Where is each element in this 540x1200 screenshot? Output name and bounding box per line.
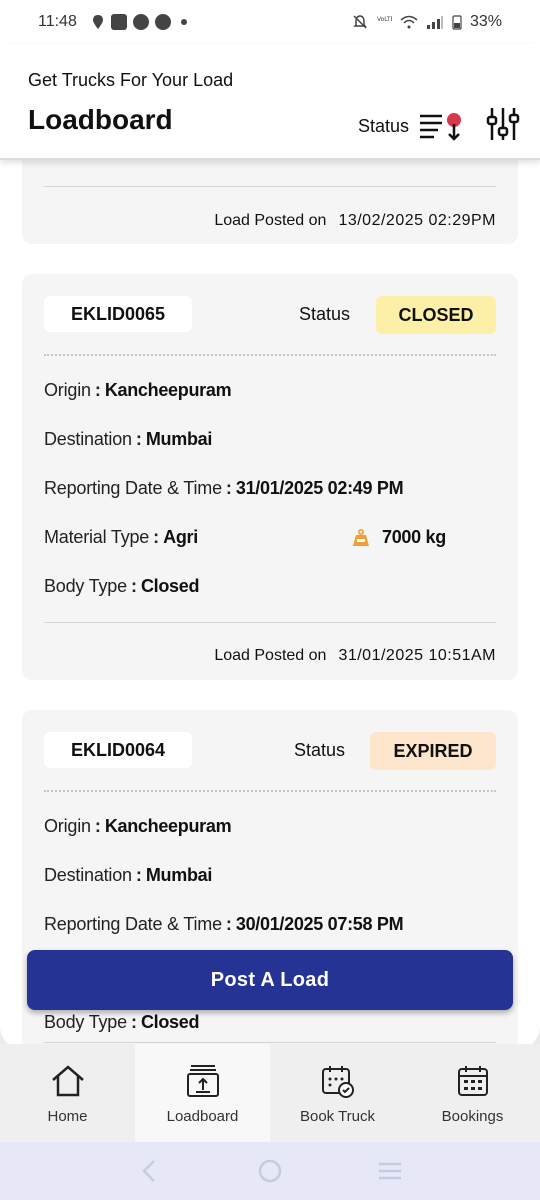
posted-info: Load Posted on 13/02/2025 02:29PM — [214, 212, 496, 230]
status-label: Status — [294, 740, 346, 760]
volte-icon: VoLTE — [377, 16, 392, 23]
reporting-row: Reporting Date & Time:30/01/2025 07:58 P… — [44, 914, 404, 934]
material-row: Material Type: Agri — [44, 527, 198, 547]
weight-icon — [353, 528, 369, 546]
reporting-label: Reporting Date & Time — [44, 914, 222, 934]
posted-label: Load Posted on — [214, 212, 327, 229]
post-load-button[interactable]: Post A Load — [27, 950, 513, 1010]
destination-label: Destination — [44, 865, 132, 885]
reporting-label: Reporting Date & Time — [44, 478, 222, 498]
origin-value: Kancheepuram — [104, 380, 232, 400]
load-card[interactable]: EKLID0065 Status CLOSED Origin: Kancheepu… — [22, 274, 518, 680]
weight-value: 7000 kg — [382, 527, 446, 547]
body-type-row: Body Type: Closed — [44, 1012, 200, 1032]
page-subtitle: Get Trucks For Your Load — [28, 70, 234, 90]
destination-row: Destination: Mumbai — [44, 429, 213, 449]
notification-icon — [110, 14, 127, 30]
sort-icon[interactable] — [418, 110, 464, 142]
nav-home[interactable]: Home — [0, 1044, 135, 1142]
svg-text:VoLTE: VoLTE — [377, 16, 392, 23]
destination-row: Destination: Mumbai — [44, 865, 213, 885]
nav-book-truck[interactable]: Book Truck — [270, 1044, 405, 1142]
reporting-value: 31/01/2025 02:49 PM — [235, 478, 404, 498]
card-divider — [44, 622, 496, 623]
nav-loadboard[interactable]: Loadboard — [135, 1044, 270, 1142]
mute-icon — [353, 15, 367, 29]
book-truck-icon — [321, 1066, 354, 1098]
home-circle-icon[interactable] — [256, 1157, 284, 1185]
app-notification-icon — [154, 14, 171, 30]
nav-label: Home — [47, 1108, 88, 1125]
status-time: 11:48 — [38, 13, 77, 30]
status-sort-label[interactable]: Status — [358, 116, 409, 137]
weight-info: 7000 kg — [352, 527, 446, 548]
app-notification-icon — [132, 14, 149, 30]
load-id: EKLID0065 — [44, 296, 192, 332]
wifi-icon — [400, 15, 418, 29]
destination-value: Mumbai — [145, 429, 213, 449]
page-title: Loadboard — [28, 104, 173, 135]
posted-info: Load Posted on 31/01/2025 10:51AM — [214, 647, 496, 665]
reporting-row: Reporting Date & Time:31/01/2025 02:49 P… — [44, 478, 404, 498]
app-header: Get Trucks For Your Load Loadboard Statu… — [0, 44, 540, 160]
loadboard-icon — [186, 1065, 219, 1097]
reporting-value: 30/01/2025 07:58 PM — [235, 914, 404, 934]
status-badge: CLOSED — [376, 296, 496, 334]
posted-date: 13/02/2025 02:29PM — [338, 212, 496, 229]
home-icon — [51, 1065, 84, 1097]
card-divider — [44, 790, 496, 792]
origin-value: Kancheepuram — [104, 816, 232, 836]
load-card[interactable]: Load Posted on 13/02/2025 02:29PM — [22, 160, 518, 244]
status-badge: EXPIRED — [370, 732, 496, 770]
signal-icon — [426, 16, 443, 29]
posted-label: Load Posted on — [214, 647, 327, 664]
filter-icon[interactable] — [486, 106, 520, 142]
posted-date: 31/01/2025 10:51AM — [338, 647, 496, 664]
more-notifications-icon — [180, 19, 187, 25]
nav-label: Bookings — [441, 1108, 504, 1125]
nav-bookings[interactable]: Bookings — [405, 1044, 540, 1142]
status-label: Status — [299, 304, 351, 324]
system-nav-bar — [0, 1142, 540, 1200]
battery-icon — [452, 15, 462, 30]
origin-row: Origin: Kancheepuram — [44, 380, 232, 400]
body-type-label: Body Type — [44, 1012, 127, 1032]
card-divider — [44, 186, 496, 187]
load-id: EKLID0064 — [44, 732, 192, 768]
battery-level: 33% — [469, 13, 502, 30]
body-type-value: Closed — [140, 1012, 200, 1032]
load-list[interactable]: Load Posted on 13/02/2025 02:29PM EKLID00… — [0, 160, 540, 1050]
bottom-nav: Home Loadboard Book Truck Bookings — [0, 1044, 540, 1142]
status-bar: 11:48 VoLTE 33% — [0, 0, 540, 44]
material-value: Agri — [163, 527, 198, 547]
location-icon — [92, 15, 103, 29]
recents-icon[interactable] — [376, 1157, 404, 1185]
nav-label: Book Truck — [299, 1108, 376, 1125]
origin-label: Origin — [44, 816, 91, 836]
bookings-icon — [457, 1066, 488, 1096]
origin-label: Origin — [44, 380, 91, 400]
destination-label: Destination — [44, 429, 132, 449]
body-type-row: Body Type: Closed — [44, 576, 200, 596]
body-type-value: Closed — [140, 576, 200, 596]
material-label: Material Type — [44, 527, 150, 547]
card-divider — [44, 354, 496, 356]
destination-value: Mumbai — [145, 865, 213, 885]
back-icon[interactable] — [136, 1157, 164, 1185]
card-divider — [44, 1042, 496, 1043]
nav-label: Loadboard — [166, 1108, 239, 1125]
body-type-label: Body Type — [44, 576, 127, 596]
origin-row: Origin: Kancheepuram — [44, 816, 232, 836]
